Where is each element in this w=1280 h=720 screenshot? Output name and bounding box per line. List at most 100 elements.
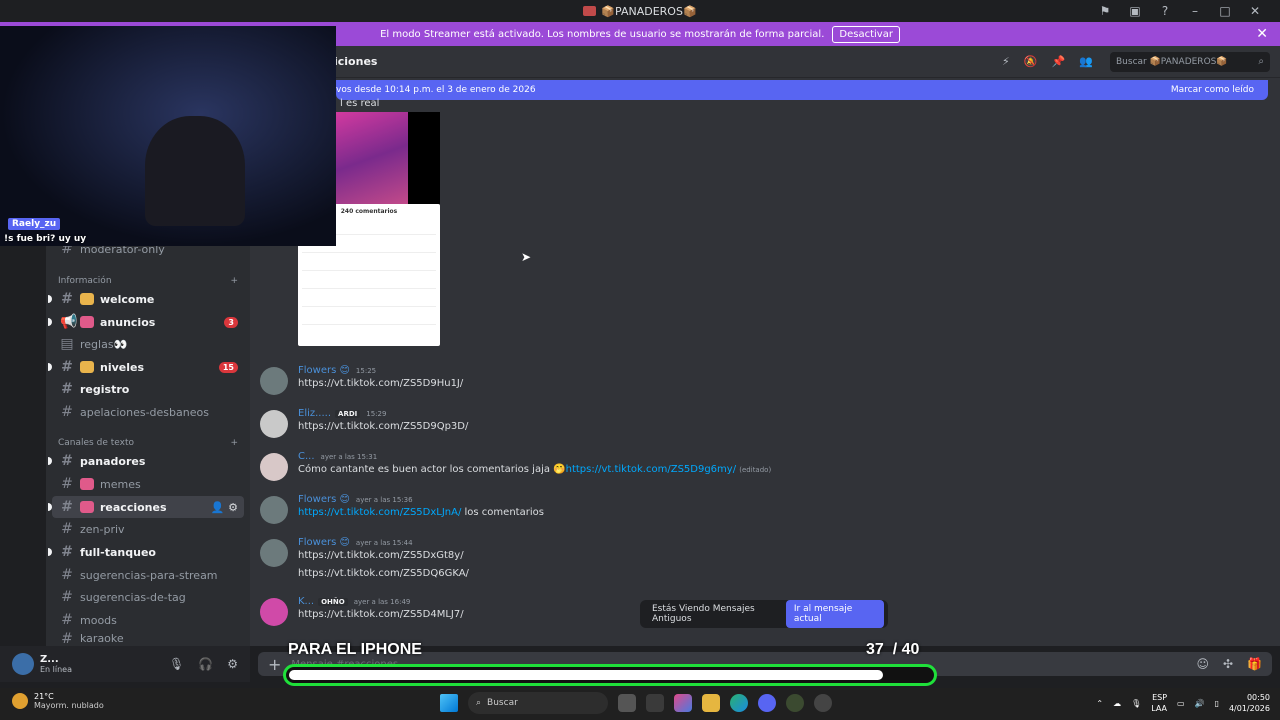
help-icon[interactable]: ? [1150,4,1180,18]
message-link[interactable]: https://vt.tiktok.com/ZS5D9g6my/ [566,464,736,475]
new-messages-bar[interactable]: vos desde 10:14 p.m. el 3 de enero de 20… [336,80,1268,100]
file-explorer-icon[interactable] [702,694,720,712]
hash-icon: # [61,544,73,560]
mention-badge: 3 [224,316,238,328]
sidebar-item-moods[interactable]: # moods [52,609,244,631]
threads-icon[interactable]: ⚡ [1002,55,1010,68]
sidebar-item-sugerencias-tag[interactable]: # sugerencias-de-tag [52,586,244,608]
avatar[interactable] [260,410,288,438]
store-icon[interactable] [646,694,664,712]
notifications-icon[interactable]: 🔕 [1024,55,1038,68]
edge-icon[interactable] [730,694,748,712]
headphones-icon[interactable]: 🎧 [198,657,213,671]
clock[interactable]: 00:50 4/01/2026 [1229,692,1270,714]
close-icon[interactable]: ✕ [1256,26,1268,42]
search-input[interactable]: Buscar 📦PANADEROS📦 ⌕ [1110,51,1270,72]
language-indicator[interactable]: ESP LAA [1151,692,1167,714]
add-attachment-icon[interactable]: + [268,655,281,674]
network-icon[interactable]: ▭ [1177,699,1185,708]
emoji-icon[interactable]: ☺ [1196,657,1209,671]
author-name[interactable]: C... [298,451,315,462]
sidebar-item-zen-priv[interactable]: # zen-priv [52,518,244,540]
battery-icon[interactable]: ▯ [1215,699,1219,708]
gear-icon[interactable]: ⚙ [227,657,238,671]
microphone-icon[interactable]: 🎙 [169,657,184,671]
sidebar-item-apelaciones[interactable]: # apelaciones-desbaneos [52,401,244,423]
sidebar-item-panadores[interactable]: # panadores [48,450,244,472]
copilot-icon[interactable] [674,694,692,712]
settings-icon[interactable]: 👤 ⚙ [211,501,238,514]
author-name[interactable]: Flowers [298,365,336,376]
window-title: 📦PANADEROS📦 [601,4,697,18]
message-link[interactable]: https://vt.tiktok.com/ZS5D4MLJ7/ [298,609,464,620]
avatar[interactable] [260,598,288,626]
minimize-button[interactable]: – [1180,4,1210,18]
app-icon[interactable] [786,694,804,712]
user-info[interactable]: Z... En línea [40,654,72,674]
avatar[interactable] [260,453,288,481]
avatar[interactable] [260,539,288,567]
sidebar-item-anuncios[interactable]: 📢 anuncios 3 [48,311,244,333]
category-informacion[interactable]: Información + [58,276,238,286]
sidebar-item-reacciones[interactable]: # reacciones 👤 ⚙ [48,496,244,518]
discord-icon[interactable] [758,694,776,712]
onedrive-icon[interactable]: ☁ [1113,699,1121,708]
author-name[interactable]: Flowers [298,537,336,548]
close-window-button[interactable]: ✕ [1240,4,1270,18]
timestamp: ayer a las 15:44 [355,539,413,547]
weather-widget[interactable]: 21°C Mayorm. nublado [12,692,104,710]
author-name[interactable]: Flowers [298,494,336,505]
sidebar-item-registro[interactable]: # registro [52,378,244,400]
hash-icon: # [61,521,73,537]
gift-icon[interactable]: 🎁 [1247,657,1262,671]
message-link[interactable]: https://vt.tiktok.com/ZS5D9Qp3D/ [298,421,468,432]
chevron-up-icon[interactable]: ⌃ [1096,699,1103,708]
sidebar-item-label: karaoke [80,632,124,645]
user-controls: 🎙 🎧 ⚙ [169,657,238,671]
flag-icon[interactable]: ⚑ [1090,4,1120,18]
windows-start-icon[interactable] [440,694,458,712]
category-canales-de-texto[interactable]: Canales de texto + [58,438,238,448]
search-placeholder: Buscar 📦PANADEROS📦 [1116,56,1228,67]
comment-line [302,275,436,289]
new-messages-text: vos desde 10:14 p.m. el 3 de enero de 20… [336,85,536,95]
sidebar-item-welcome[interactable]: # welcome [48,288,244,310]
author-name[interactable]: K... [298,596,314,607]
message-link[interactable]: https://vt.tiktok.com/ZS5DxGt8y/ [298,550,464,561]
role-tag: OHÑO [318,598,348,606]
sidebar-item-reglas-2[interactable]: ▤ reglas👀 [52,333,244,355]
sidebar-item-niveles[interactable]: # niveles 15 [48,356,244,378]
video-thumbnail[interactable] [336,112,440,204]
add-channel-icon[interactable]: + [230,276,238,286]
microphone-icon[interactable]: 🎙 [1131,699,1141,708]
maximize-button[interactable]: □ [1210,4,1240,18]
avatar[interactable] [260,367,288,395]
add-channel-icon[interactable]: + [230,438,238,448]
author-name[interactable]: Eliz..... [298,408,331,419]
inbox-icon[interactable]: ▣ [1120,4,1150,18]
task-view-icon[interactable] [618,694,636,712]
message-link[interactable]: https://vt.tiktok.com/ZS5DxLJnA/ [298,507,461,518]
mark-read-button[interactable]: Marcar como leído [1171,85,1254,95]
sidebar-item-memes[interactable]: # memes [52,473,244,495]
user-name: Z... [40,654,59,665]
channel-name: iciones [334,55,378,68]
apps-icon[interactable]: ✣ [1223,657,1233,671]
members-icon[interactable]: 👥 [1079,55,1093,68]
avatar[interactable] [260,496,288,524]
sidebar-item-full-tanqueo[interactable]: # full-tanqueo [48,541,244,563]
avatar[interactable] [12,653,34,675]
volume-icon[interactable]: 🔊 [1195,699,1205,708]
taskbar-search[interactable]: ⌕ Buscar [468,692,608,714]
timestamp: ayer a las 16:49 [353,598,411,606]
app-icon[interactable] [814,694,832,712]
user-status: En línea [40,665,73,674]
jump-to-present-button[interactable]: Ir al mensaje actual [785,600,884,628]
sidebar-item-sugerencias-stream[interactable]: # sugerencias-para-stream [52,564,244,586]
deactivate-button[interactable]: Desactivar [832,25,900,43]
title-group: 📦PANADEROS📦 [583,4,697,18]
pin-icon[interactable]: 📌 [1051,55,1065,68]
message-link[interactable]: https://vt.tiktok.com/ZS5DQ6GKA/ [298,568,469,579]
sidebar-item-karaoke[interactable]: # karaoke [52,631,244,646]
message-link[interactable]: https://vt.tiktok.com/ZS5D9Hu1J/ [298,378,463,389]
